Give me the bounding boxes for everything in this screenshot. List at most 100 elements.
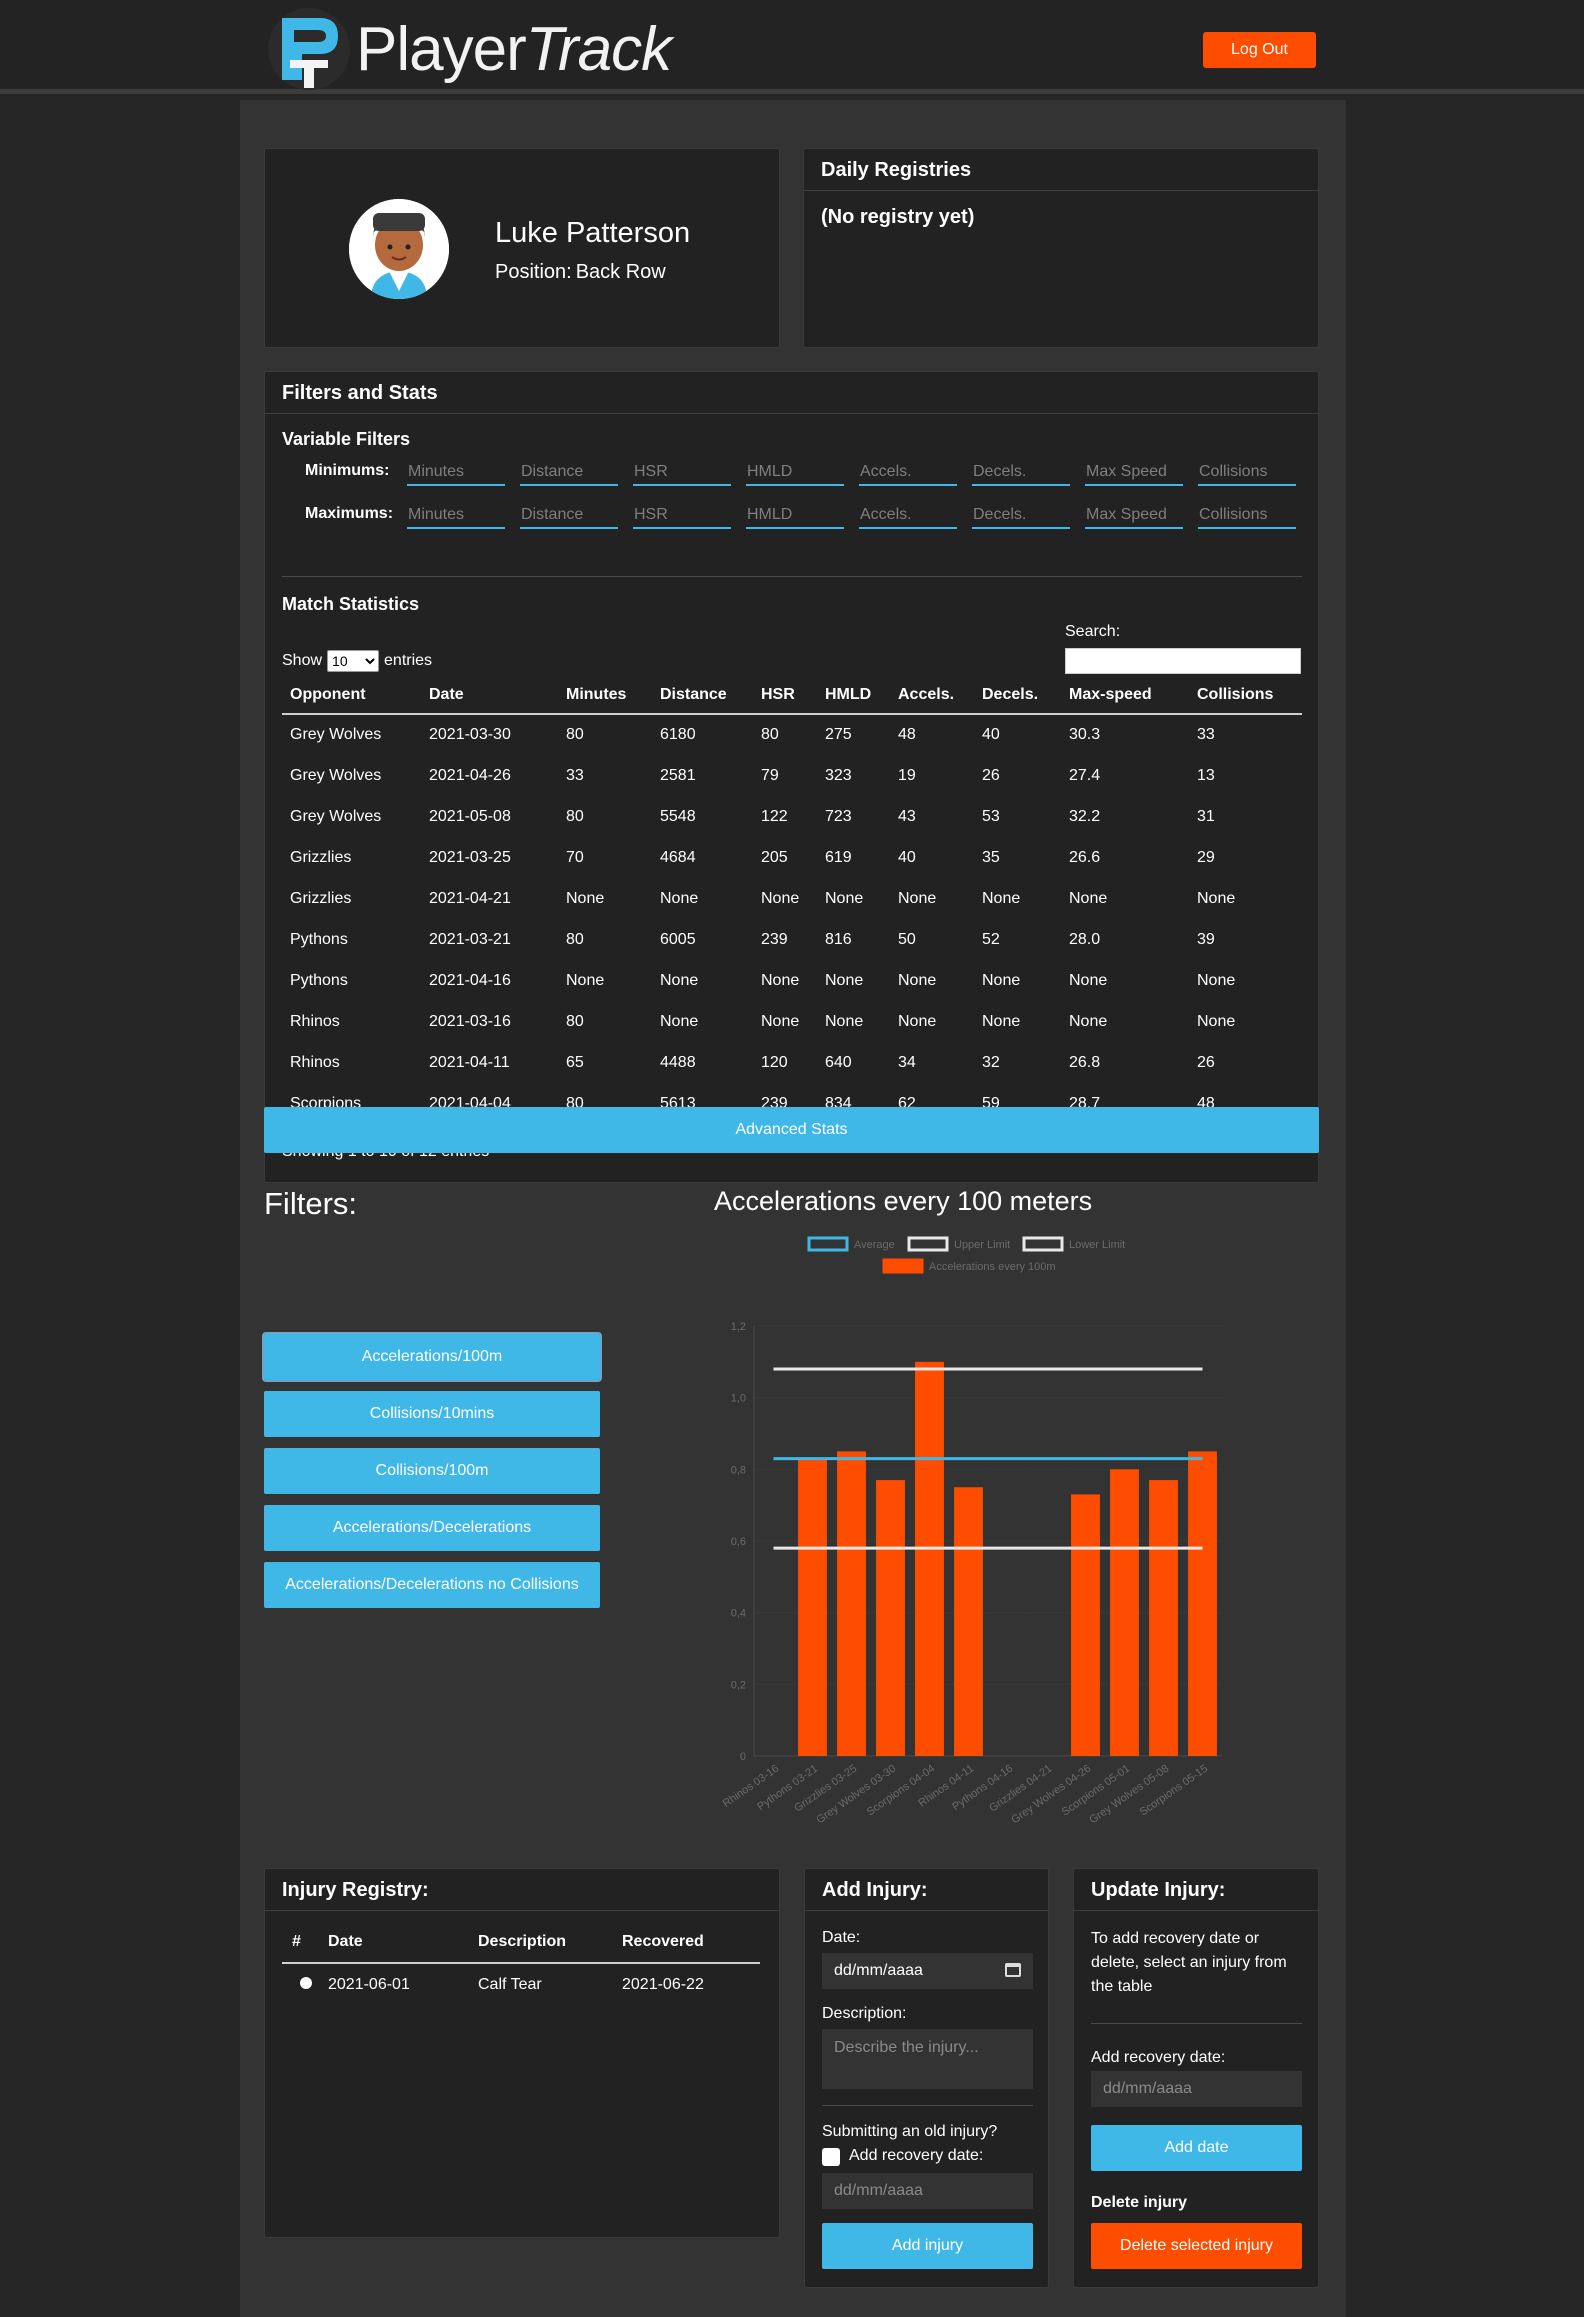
injury-row[interactable]: 2021-06-01 Calf Tear 2021-06-22 [282,1963,760,2005]
match-statistics-title: Match Statistics [282,594,420,614]
table-cell: 80 [566,1012,584,1030]
table-cell: 28.0 [1069,930,1101,948]
table-cell: 2021-03-16 [429,1012,511,1030]
filter-accelerations-100m-button[interactable]: Accelerations/100m [262,1332,602,1382]
table-cell: None [1069,971,1108,989]
table-cell: 619 [825,848,852,866]
app-logo[interactable]: PlayerTrack [268,8,672,90]
injury-select-cell[interactable] [282,1963,318,2005]
legend-label: Average [854,1239,895,1251]
daily-registries-title: Daily Registries [804,149,1318,191]
table-cell: 4488 [660,1053,696,1071]
col-max-speed[interactable]: Max-speed [1061,676,1189,715]
filter-collisions-100m-button[interactable]: Collisions/100m [264,1448,600,1494]
min-max-speed-input[interactable] [1085,463,1183,486]
filter-accel-decel-button[interactable]: Accelerations/Decelerations [264,1505,600,1551]
table-row: Pythons 2021-03-21 80 6005 239 816 50 52 28.0 39 [282,919,1302,960]
y-tick-label: 0,6 [731,1536,746,1548]
recovery-date-placeholder: dd/mm/aaaa [1103,2080,1192,2097]
update-injury-card: Update Injury: To add recovery date or d… [1073,1868,1319,2288]
table-cell: 6180 [660,726,696,743]
min-decels-input[interactable] [972,463,1070,486]
brand-part2: Track [525,14,672,84]
entries-label: entries [384,652,433,669]
table-cell: 40 [982,726,1000,743]
minimums-row: Minimums: [305,460,1311,486]
add-injury-title: Add Injury: [805,1869,1048,1911]
old-injury-recovery-input[interactable]: dd/mm/aaaa [822,2173,1033,2209]
table-cell: 80 [566,726,584,743]
max-decels-input[interactable] [972,506,1070,529]
position-label: Position: [495,261,572,283]
y-tick-label: 0,8 [731,1464,746,1476]
table-cell: None [1197,1012,1236,1030]
min-distance-input[interactable] [520,463,618,486]
col-decels[interactable]: Decels. [974,676,1061,715]
table-row: Rhinos 2021-03-16 80 None None None None None No… [282,1001,1302,1042]
maximums-row: Maximums: [305,503,1311,529]
col-collisions[interactable]: Collisions [1189,676,1302,715]
col-distance[interactable]: Distance [652,676,753,715]
max-max-speed-input[interactable] [1085,506,1183,529]
table-cell: None [761,971,800,989]
injury-radio[interactable] [300,1976,312,1989]
injury-description-textarea[interactable]: Describe the injury... [822,2029,1033,2089]
add-recovery-checkbox[interactable] [822,2148,840,2166]
add-date-button[interactable]: Add date [1091,2125,1302,2171]
logout-button[interactable]: Log Out [1203,32,1316,68]
daily-registries-card: Daily Registries (No registry yet) [803,148,1319,348]
max-collisions-input[interactable] [1198,506,1296,529]
entries-select[interactable]: 10 [327,650,380,672]
table-cell: 53 [982,807,1000,825]
divider [822,2105,1033,2106]
col-hsr[interactable]: HSR [753,676,817,715]
table-cell: 2021-03-21 [429,930,511,948]
min-collisions-input[interactable] [1198,463,1296,486]
min-accels-input[interactable] [859,463,957,486]
table-cell: 122 [761,807,788,825]
y-tick-label: 0,2 [731,1679,746,1691]
col-opponent[interactable]: Opponent [282,676,421,715]
advanced-stats-button[interactable]: Advanced Stats [264,1107,1319,1153]
add-injury-button[interactable]: Add injury [822,2223,1033,2269]
player-position: Position: Back Row [495,261,666,284]
table-cell: None [1069,1012,1108,1030]
table-cell: None [1069,889,1108,907]
x-tick-label: Scorpions 04-04 [865,1763,938,1819]
col-accels[interactable]: Accels. [890,676,974,715]
injury-date-input[interactable]: dd/mm/aaaa [822,1953,1033,1989]
table-cell: 13 [1197,766,1215,784]
add-injury-card: Add Injury: Date: dd/mm/aaaa Description… [804,1868,1049,2288]
search-input[interactable] [1065,648,1301,674]
col-minutes[interactable]: Minutes [558,676,652,715]
calendar-icon[interactable] [1005,1963,1021,1977]
max-distance-input[interactable] [520,506,618,529]
table-cell: 79 [761,766,779,784]
max-hsr-input[interactable] [633,506,731,529]
delete-injury-button[interactable]: Delete selected injury [1091,2223,1302,2269]
old-injury-label: Submitting an old injury? [822,2123,998,2140]
update-instructions: To add recovery date or delete, select a… [1091,1930,1287,1995]
min-minutes-input[interactable] [407,463,505,486]
col-hmld[interactable]: HMLD [817,676,890,715]
table-cell: 34 [898,1053,916,1071]
injury-date: 2021-06-01 [328,1975,410,1993]
min-hmld-input[interactable] [746,463,844,486]
min-hsr-input[interactable] [633,463,731,486]
filter-collisions-10mins-button[interactable]: Collisions/10mins [264,1391,600,1437]
table-cell: 640 [825,1053,852,1071]
recovery-date-input[interactable]: dd/mm/aaaa [1091,2071,1302,2107]
max-hmld-input[interactable] [746,506,844,529]
max-minutes-input[interactable] [407,506,505,529]
max-accels-input[interactable] [859,506,957,529]
table-cell: 39 [1197,930,1215,948]
table-cell: None [982,971,1021,989]
table-cell: None [761,1012,800,1030]
table-cell: 205 [761,848,788,866]
table-cell: None [761,889,800,907]
table-cell: Grey Wolves [290,807,382,825]
filter-accel-decel-no-collisions-button[interactable]: Accelerations/Decelerations no Collision… [264,1562,600,1608]
col-date[interactable]: Date [421,676,558,715]
table-cell: 31 [1197,807,1215,825]
table-row: Pythons 2021-04-16 None None None None None Non… [282,960,1302,1001]
